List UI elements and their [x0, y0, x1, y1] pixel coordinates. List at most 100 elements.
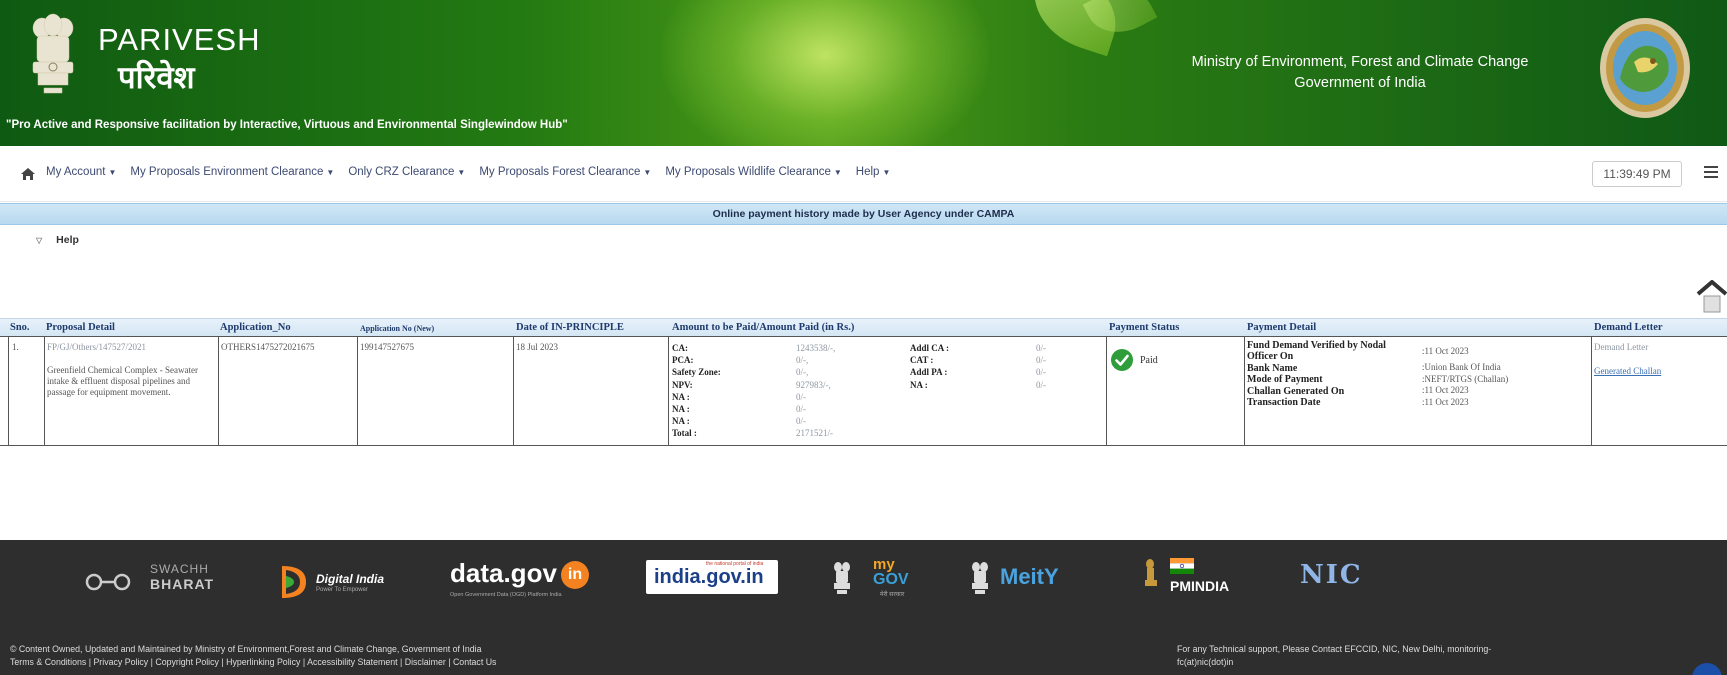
caret-down-icon: ▼ [326, 168, 335, 177]
footer-support: For any Technical support, Please Contac… [1177, 643, 1717, 669]
datagov-text[interactable]: data.gov [450, 558, 557, 589]
hamburger-menu-icon[interactable] [1704, 166, 1718, 179]
amount-label: Addl CA : [910, 343, 950, 353]
nav-my-proposals-ec[interactable]: My Proposals Environment Clearance ▼ [130, 166, 334, 178]
swachh-bharat-glasses-icon[interactable] [80, 572, 136, 592]
amount-value: 0/- [1036, 379, 1046, 390]
amount-value: 0/-, [796, 367, 809, 378]
amount-value: 1243538/-, [796, 343, 836, 353]
generated-challan-link[interactable]: Generated Challan [1594, 366, 1661, 377]
ministry-seal-icon [1600, 18, 1690, 118]
swachh-bharat-line1: SWACHH [150, 562, 209, 576]
nav-my-proposals-wl[interactable]: My Proposals Wildlife Clearance ▼ [665, 166, 841, 178]
detail-label: Fund Demand Verified by Nodal Officer On [1247, 340, 1386, 363]
help-toggle[interactable]: ▽ Help [36, 234, 79, 246]
amount-value: 0/-, [796, 355, 809, 366]
main-nav: My Account ▼ My Proposals Environment Cle… [0, 146, 1727, 202]
home-icon[interactable] [20, 167, 36, 181]
nav-crz-clearance[interactable]: Only CRZ Clearance ▼ [348, 166, 465, 178]
nav-help[interactable]: Help ▼ [856, 166, 891, 178]
page: PARIVESH परिवेश "Pro Active and Responsi… [0, 0, 1727, 675]
col-date-in-principle: Date of IN-PRINCIPLE [516, 322, 624, 333]
payment-status-label: Paid [1140, 355, 1158, 366]
detail-value: :Union Bank Of India [1422, 362, 1501, 373]
india-gov-logo[interactable]: the national portal of india india.gov.i… [646, 560, 778, 594]
col-sno: Sno. [10, 322, 30, 333]
col-divider [218, 336, 219, 446]
amount-label: NPV: [672, 379, 693, 390]
site-footer: SWACHH BHARAT Digital India Power To Emp… [0, 540, 1727, 675]
nav-my-account-label: My Account [46, 166, 106, 178]
table-header: Sno. Proposal Detail Application_No Appl… [0, 318, 1727, 336]
col-proposal-detail: Proposal Detail [46, 322, 115, 333]
amount-label: CA: [672, 343, 688, 353]
detail-value: :11 Oct 2023 [1422, 346, 1469, 356]
caret-down-icon: ▼ [833, 168, 842, 177]
emblem-small-icon [972, 562, 988, 594]
amount-value: 0/- [1036, 355, 1046, 366]
nav-my-proposals-wl-label: My Proposals Wildlife Clearance [665, 166, 831, 178]
caret-down-icon: ▼ [643, 168, 652, 177]
amount-value: 0/- [796, 404, 806, 415]
nav-my-account[interactable]: My Account ▼ [46, 166, 116, 178]
amount-label: NA : [672, 416, 690, 427]
col-divider [1244, 336, 1245, 446]
col-application-no: Application_No [220, 322, 291, 333]
amount-value: 927983/-, [796, 379, 831, 390]
site-tagline: "Pro Active and Responsive facilitation … [6, 119, 568, 131]
col-divider [44, 336, 45, 446]
amount-label: Safety Zone: [672, 367, 721, 378]
meity-text[interactable]: MeitY [1000, 564, 1059, 590]
pmindia-emblem-icon [1145, 559, 1157, 586]
site-name: PARIVESH [98, 22, 261, 57]
header-glow [660, 0, 990, 146]
nav-help-label: Help [855, 166, 880, 178]
ministry-line-2: Government of India [1294, 75, 1426, 91]
col-divider [1106, 336, 1107, 446]
triangle-down-icon: ▽ [36, 236, 43, 245]
col-divider [8, 336, 9, 446]
amount-labels-left: CA: PCA: Safety Zone: NPV: NA : NA : NA … [672, 342, 721, 440]
cell-date-in-principle: 18 Jul 2023 [516, 342, 559, 352]
table-row: 1. FP/GJ/Others/147527/2021 Greenfield C… [0, 336, 1727, 446]
detail-value: :11 Oct 2023 [1422, 385, 1469, 396]
footer-copyright-line: © Content Owned, Updated and Maintained … [10, 644, 482, 654]
nav-crz-clearance-label: Only CRZ Clearance [348, 166, 455, 178]
nav-menu: My Account ▼ My Proposals Environment Cle… [46, 166, 904, 178]
caret-down-icon: ▼ [457, 168, 466, 177]
caret-down-icon: ▼ [882, 168, 891, 177]
pmindia-text[interactable]: PMINDIA [1170, 578, 1229, 594]
home-shortcut-icon[interactable] [1694, 274, 1727, 318]
demand-letter-link[interactable]: Demand Letter [1594, 342, 1648, 353]
clock-display: 11:39:49 PM [1592, 161, 1682, 187]
detail-label: Challan Generated On [1247, 385, 1345, 397]
amount-label: Total : [672, 428, 697, 439]
detail-value: :11 Oct 2023 [1422, 396, 1469, 407]
page-title: Online payment history made by User Agen… [0, 203, 1727, 225]
footer-policy-links[interactable]: Terms & Conditions | Privacy Policy | Co… [10, 656, 496, 669]
detail-value: :NEFT/RTGS (Challan) [1422, 373, 1509, 384]
nav-my-proposals-fc-label: My Proposals Forest Clearance [479, 166, 641, 178]
digital-india-logo-icon[interactable] [276, 562, 310, 602]
digital-india-sub: Power To Empower [316, 587, 368, 593]
partner-logos: SWACHH BHARAT Digital India Power To Emp… [0, 554, 1727, 614]
digital-india-text: Digital India [316, 572, 385, 586]
detail-label: Bank Name [1247, 362, 1298, 374]
nav-my-proposals-fc[interactable]: My Proposals Forest Clearance ▼ [479, 166, 651, 178]
col-divider [357, 336, 358, 446]
proposal-description: Greenfield Chemical Complex - Seawater i… [47, 365, 198, 397]
proposal-id-link[interactable]: FP/GJ/Others/147527/2021 [47, 342, 146, 353]
site-name-hindi: परिवेश [118, 60, 195, 96]
datagov-in-badge: in [561, 561, 589, 589]
mygov-gov[interactable]: GOV [873, 571, 909, 589]
col-divider [1591, 336, 1592, 446]
site-header: PARIVESH परिवेश "Pro Active and Responsi… [0, 0, 1727, 146]
footer-support-line: For any Technical support, Please Contac… [1177, 644, 1492, 654]
nic-logo-text[interactable]: NIC [1300, 560, 1363, 590]
cell-sno: 1. [12, 342, 19, 352]
swachh-bharat-line2: BHARAT [150, 576, 215, 592]
amount-value: 2171521/- [796, 428, 833, 439]
amount-value: 0/- [796, 391, 806, 402]
cell-application-no: OTHERS1475272021675 [221, 342, 315, 352]
datagov-sub: Open Government Data (OGD) Platform Indi… [450, 592, 562, 598]
